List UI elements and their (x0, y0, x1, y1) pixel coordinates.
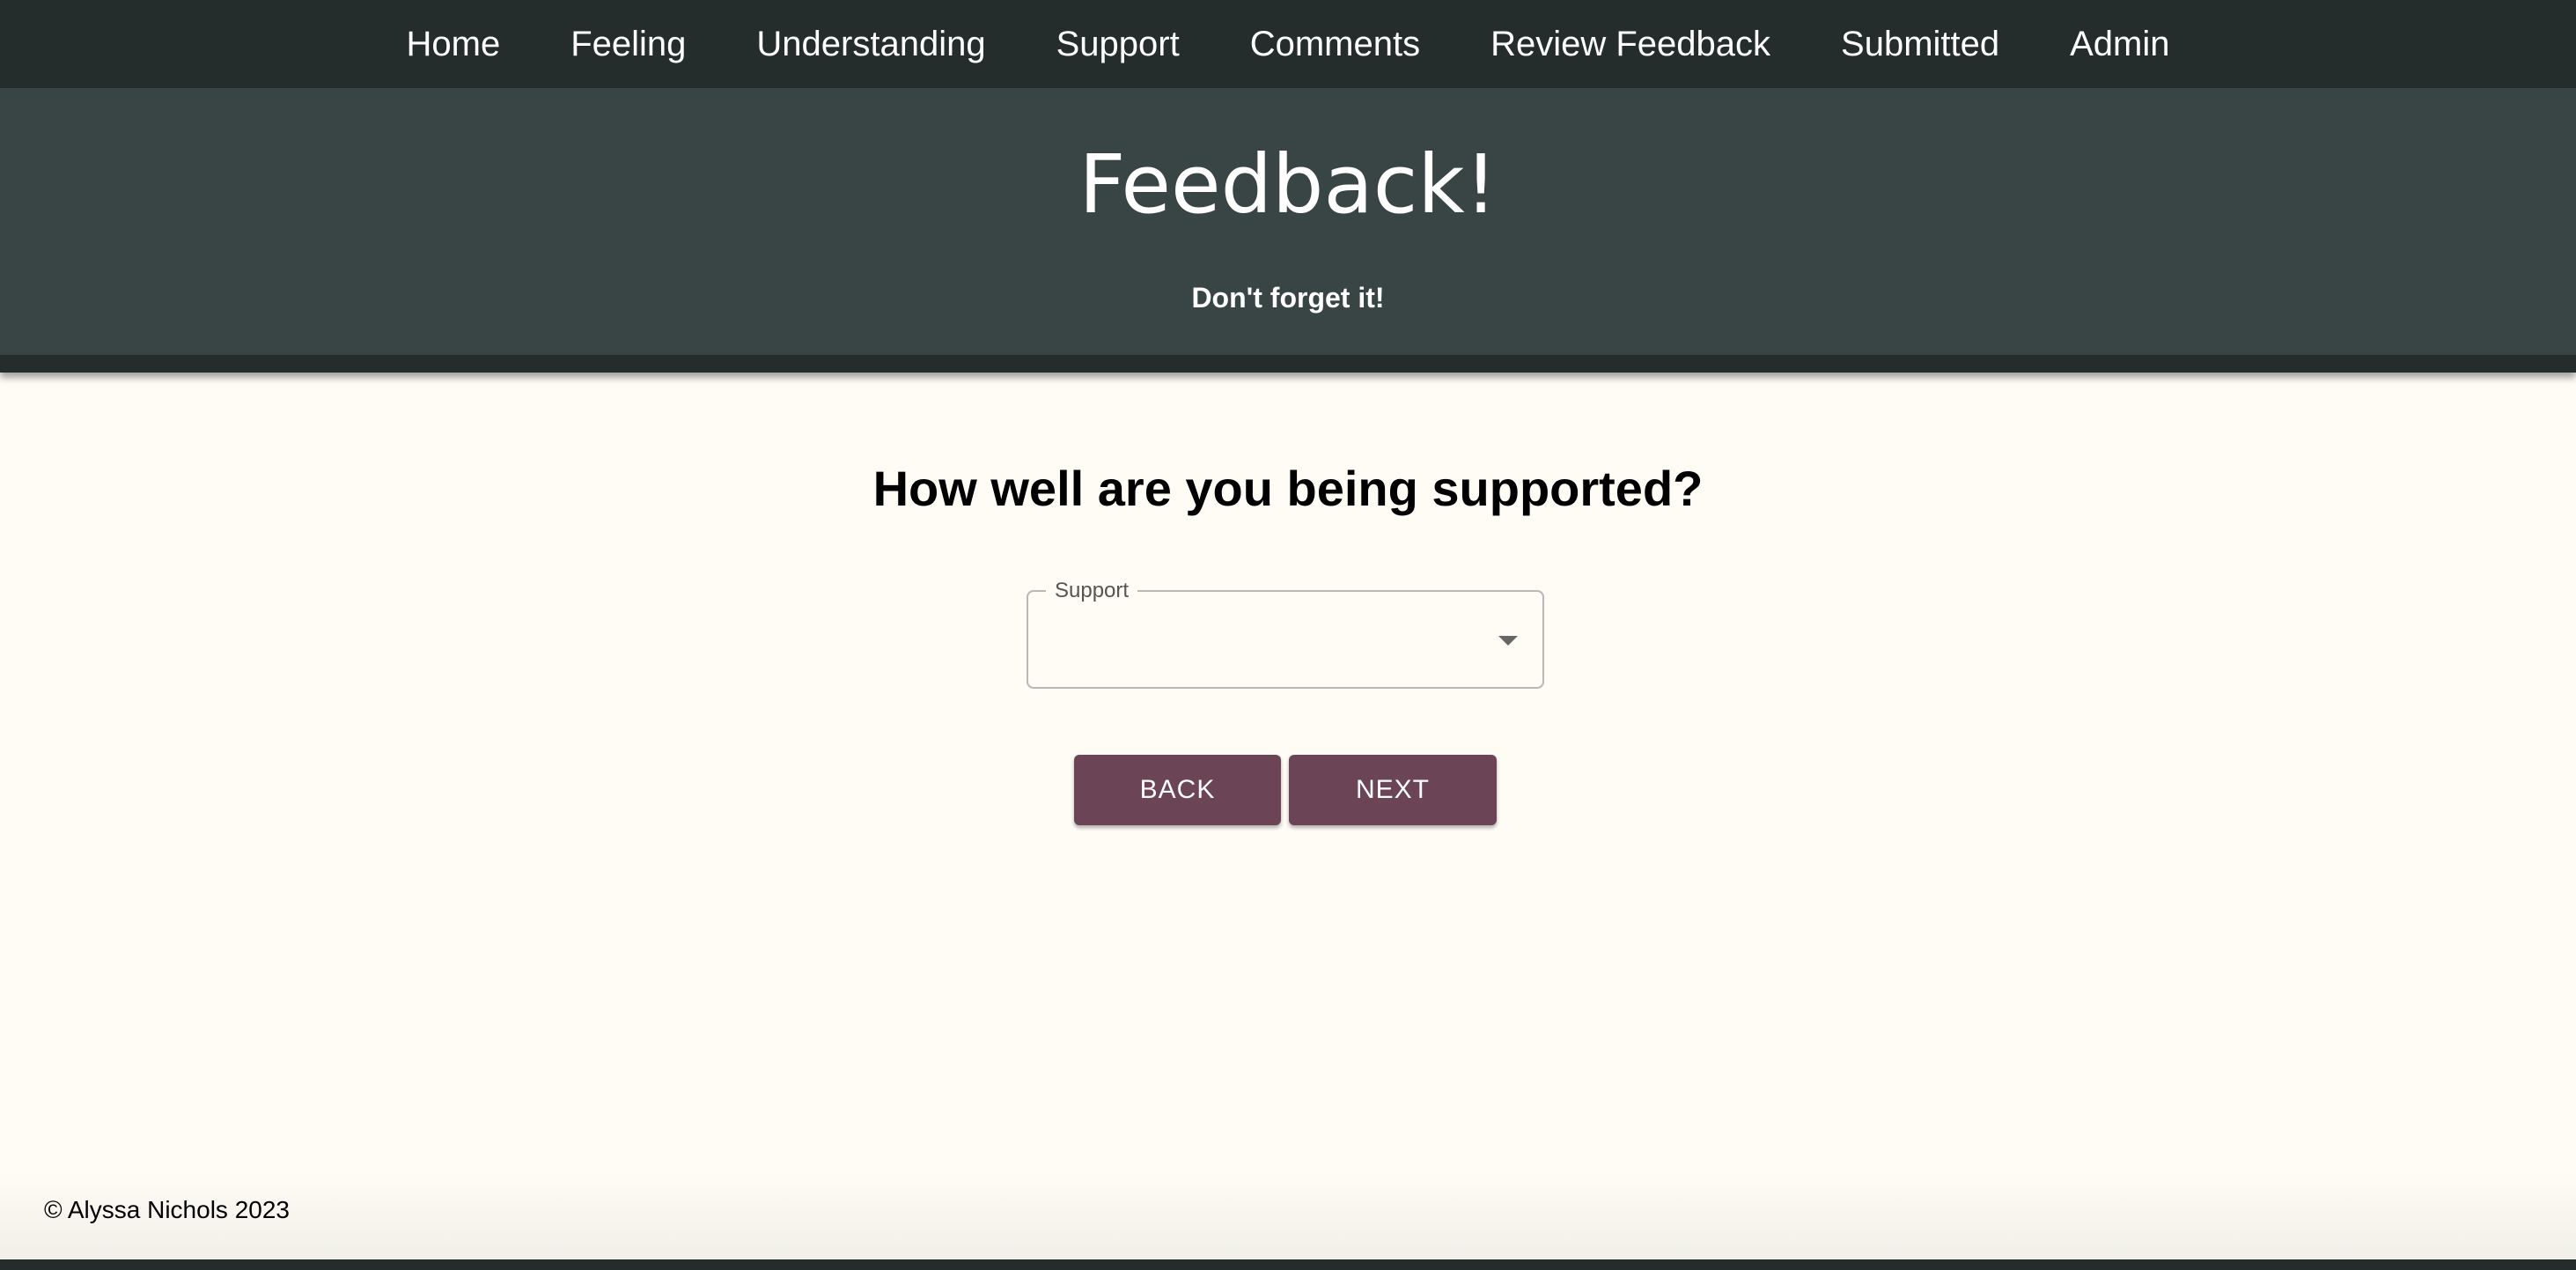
footer-bar (0, 1259, 2576, 1270)
nav-item-submitted[interactable]: Submitted (1841, 0, 1999, 88)
nav-item-home[interactable]: Home (406, 0, 500, 88)
copyright-text: © Alyssa Nichols 2023 (44, 1196, 290, 1223)
chevron-down-icon[interactable] (1498, 636, 1518, 646)
page-title: Feedback! (1078, 137, 1498, 232)
support-select[interactable]: Support (1027, 578, 1544, 689)
nav-item-comments[interactable]: Comments (1250, 0, 1420, 88)
nav-item-feeling[interactable]: Feeling (570, 0, 686, 88)
footer-fade (0, 1171, 2576, 1259)
next-button[interactable]: NEXT (1289, 755, 1497, 825)
back-button[interactable]: BACK (1074, 755, 1281, 825)
header-divider (0, 355, 2576, 373)
page-subtitle: Don't forget it! (1191, 282, 1385, 314)
nav-item-understanding[interactable]: Understanding (756, 0, 985, 88)
nav-item-support[interactable]: Support (1056, 0, 1180, 88)
top-nav: Home Feeling Understanding Support Comme… (0, 0, 2576, 88)
nav-item-review-feedback[interactable]: Review Feedback (1490, 0, 1770, 88)
page-header: Feedback! Don't forget it! (0, 88, 2576, 355)
support-select-label: Support (1046, 578, 1138, 604)
support-question: How well are you being supported? (872, 461, 1704, 516)
nav-item-admin[interactable]: Admin (2070, 0, 2169, 88)
